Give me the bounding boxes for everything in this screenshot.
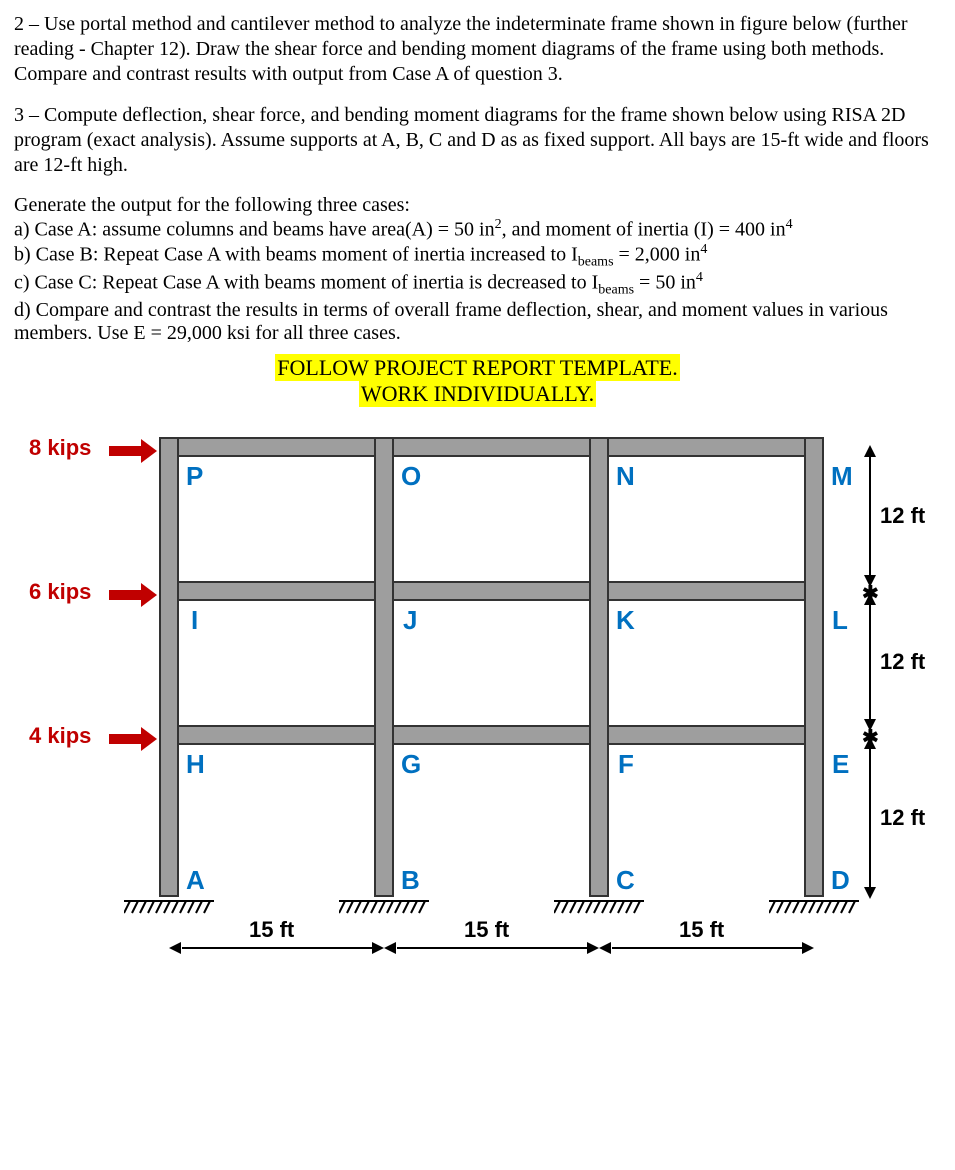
highlight-line-1: FOLLOW PROJECT REPORT TEMPLATE. — [275, 354, 679, 381]
dim-arrow-s3-u — [864, 445, 876, 457]
node-F: F — [618, 749, 634, 780]
dim-story2: 12 ft — [880, 649, 925, 675]
node-K: K — [616, 605, 635, 636]
dim-story1: 12 ft — [880, 805, 925, 831]
node-J: J — [403, 605, 417, 636]
load-arrow-bot — [109, 727, 157, 751]
case-c: c) Case C: Repeat Case A with beams mome… — [14, 270, 941, 299]
column-1 — [159, 437, 179, 897]
dim-story3: 12 ft — [880, 503, 925, 529]
highlight-block: FOLLOW PROJECT REPORT TEMPLATE. WORK IND… — [14, 355, 941, 407]
load-label-mid: 6 kips — [29, 579, 91, 605]
dim-arrow-s2-u — [864, 593, 876, 605]
node-O: O — [401, 461, 421, 492]
case-b: b) Case B: Repeat Case A with beams mome… — [14, 242, 941, 271]
column-3 — [589, 437, 609, 897]
node-L: L — [832, 605, 848, 636]
beam-level2 — [159, 581, 824, 601]
case-c-sub: beams — [598, 283, 634, 298]
load-arrow-top — [109, 439, 157, 463]
dim-arrow-s1-u — [864, 737, 876, 749]
node-N: N — [616, 461, 635, 492]
case-d: d) Compare and contrast the results in t… — [14, 299, 941, 345]
node-C: C — [616, 865, 635, 896]
problem-3-intro: 3 – Compute deflection, shear force, and… — [14, 103, 941, 178]
cases-block: Generate the output for the following th… — [14, 194, 941, 345]
node-D: D — [831, 865, 850, 896]
case-a: a) Case A: assume columns and beams have… — [14, 217, 941, 242]
case-c-prefix: c) Case C: Repeat Case A with beams mome… — [14, 272, 598, 294]
support-A — [124, 897, 214, 911]
dim-bay3: 15 ft — [679, 917, 724, 943]
dim-bay2: 15 ft — [464, 917, 509, 943]
support-C — [554, 897, 644, 911]
dim-arrow-s1-d — [864, 887, 876, 899]
node-H: H — [186, 749, 205, 780]
dim-arrow-bay1-r — [372, 942, 384, 954]
case-a-prefix: a) Case A: assume columns and beams have… — [14, 219, 495, 241]
dim-arrow-bay2-r — [587, 942, 599, 954]
node-I: I — [191, 605, 198, 636]
dim-line-bay1 — [182, 947, 372, 949]
dim-line-story2 — [869, 605, 871, 719]
cases-intro: Generate the output for the following th… — [14, 194, 941, 217]
case-c-suffix: = 50 in — [634, 272, 696, 294]
dim-line-bay3 — [612, 947, 802, 949]
load-arrow-mid — [109, 583, 157, 607]
support-D — [769, 897, 859, 911]
case-a-mid: , and moment of inertia (I) = 400 in — [502, 219, 786, 241]
dim-arrow-bay2-l — [384, 942, 396, 954]
dim-line-story1 — [869, 749, 871, 887]
dim-arrow-bay3-r — [802, 942, 814, 954]
load-label-top: 8 kips — [29, 435, 91, 461]
node-P: P — [186, 461, 203, 492]
dim-bay1: 15 ft — [249, 917, 294, 943]
dim-line-story3 — [869, 457, 871, 575]
node-G: G — [401, 749, 421, 780]
load-label-bot: 4 kips — [29, 723, 91, 749]
dim-arrow-bay3-l — [599, 942, 611, 954]
case-b-suffix: = 2,000 in — [614, 243, 701, 265]
support-B — [339, 897, 429, 911]
highlight-line-2: WORK INDIVIDUALLY. — [359, 380, 596, 407]
column-4 — [804, 437, 824, 897]
node-E: E — [832, 749, 849, 780]
dim-line-bay2 — [397, 947, 587, 949]
problem-2-text: 2 – Use portal method and cantilever met… — [14, 12, 941, 87]
node-A: A — [186, 865, 205, 896]
case-b-prefix: b) Case B: Repeat Case A with beams mome… — [14, 243, 578, 265]
frame-figure: 8 kips 6 kips 4 kips P O N M I J K L H G… — [14, 427, 934, 1007]
column-2 — [374, 437, 394, 897]
node-B: B — [401, 865, 420, 896]
beam-roof — [159, 437, 824, 457]
case-b-sub: beams — [578, 254, 614, 269]
node-M: M — [831, 461, 853, 492]
dim-arrow-bay1-l — [169, 942, 181, 954]
beam-level1 — [159, 725, 824, 745]
